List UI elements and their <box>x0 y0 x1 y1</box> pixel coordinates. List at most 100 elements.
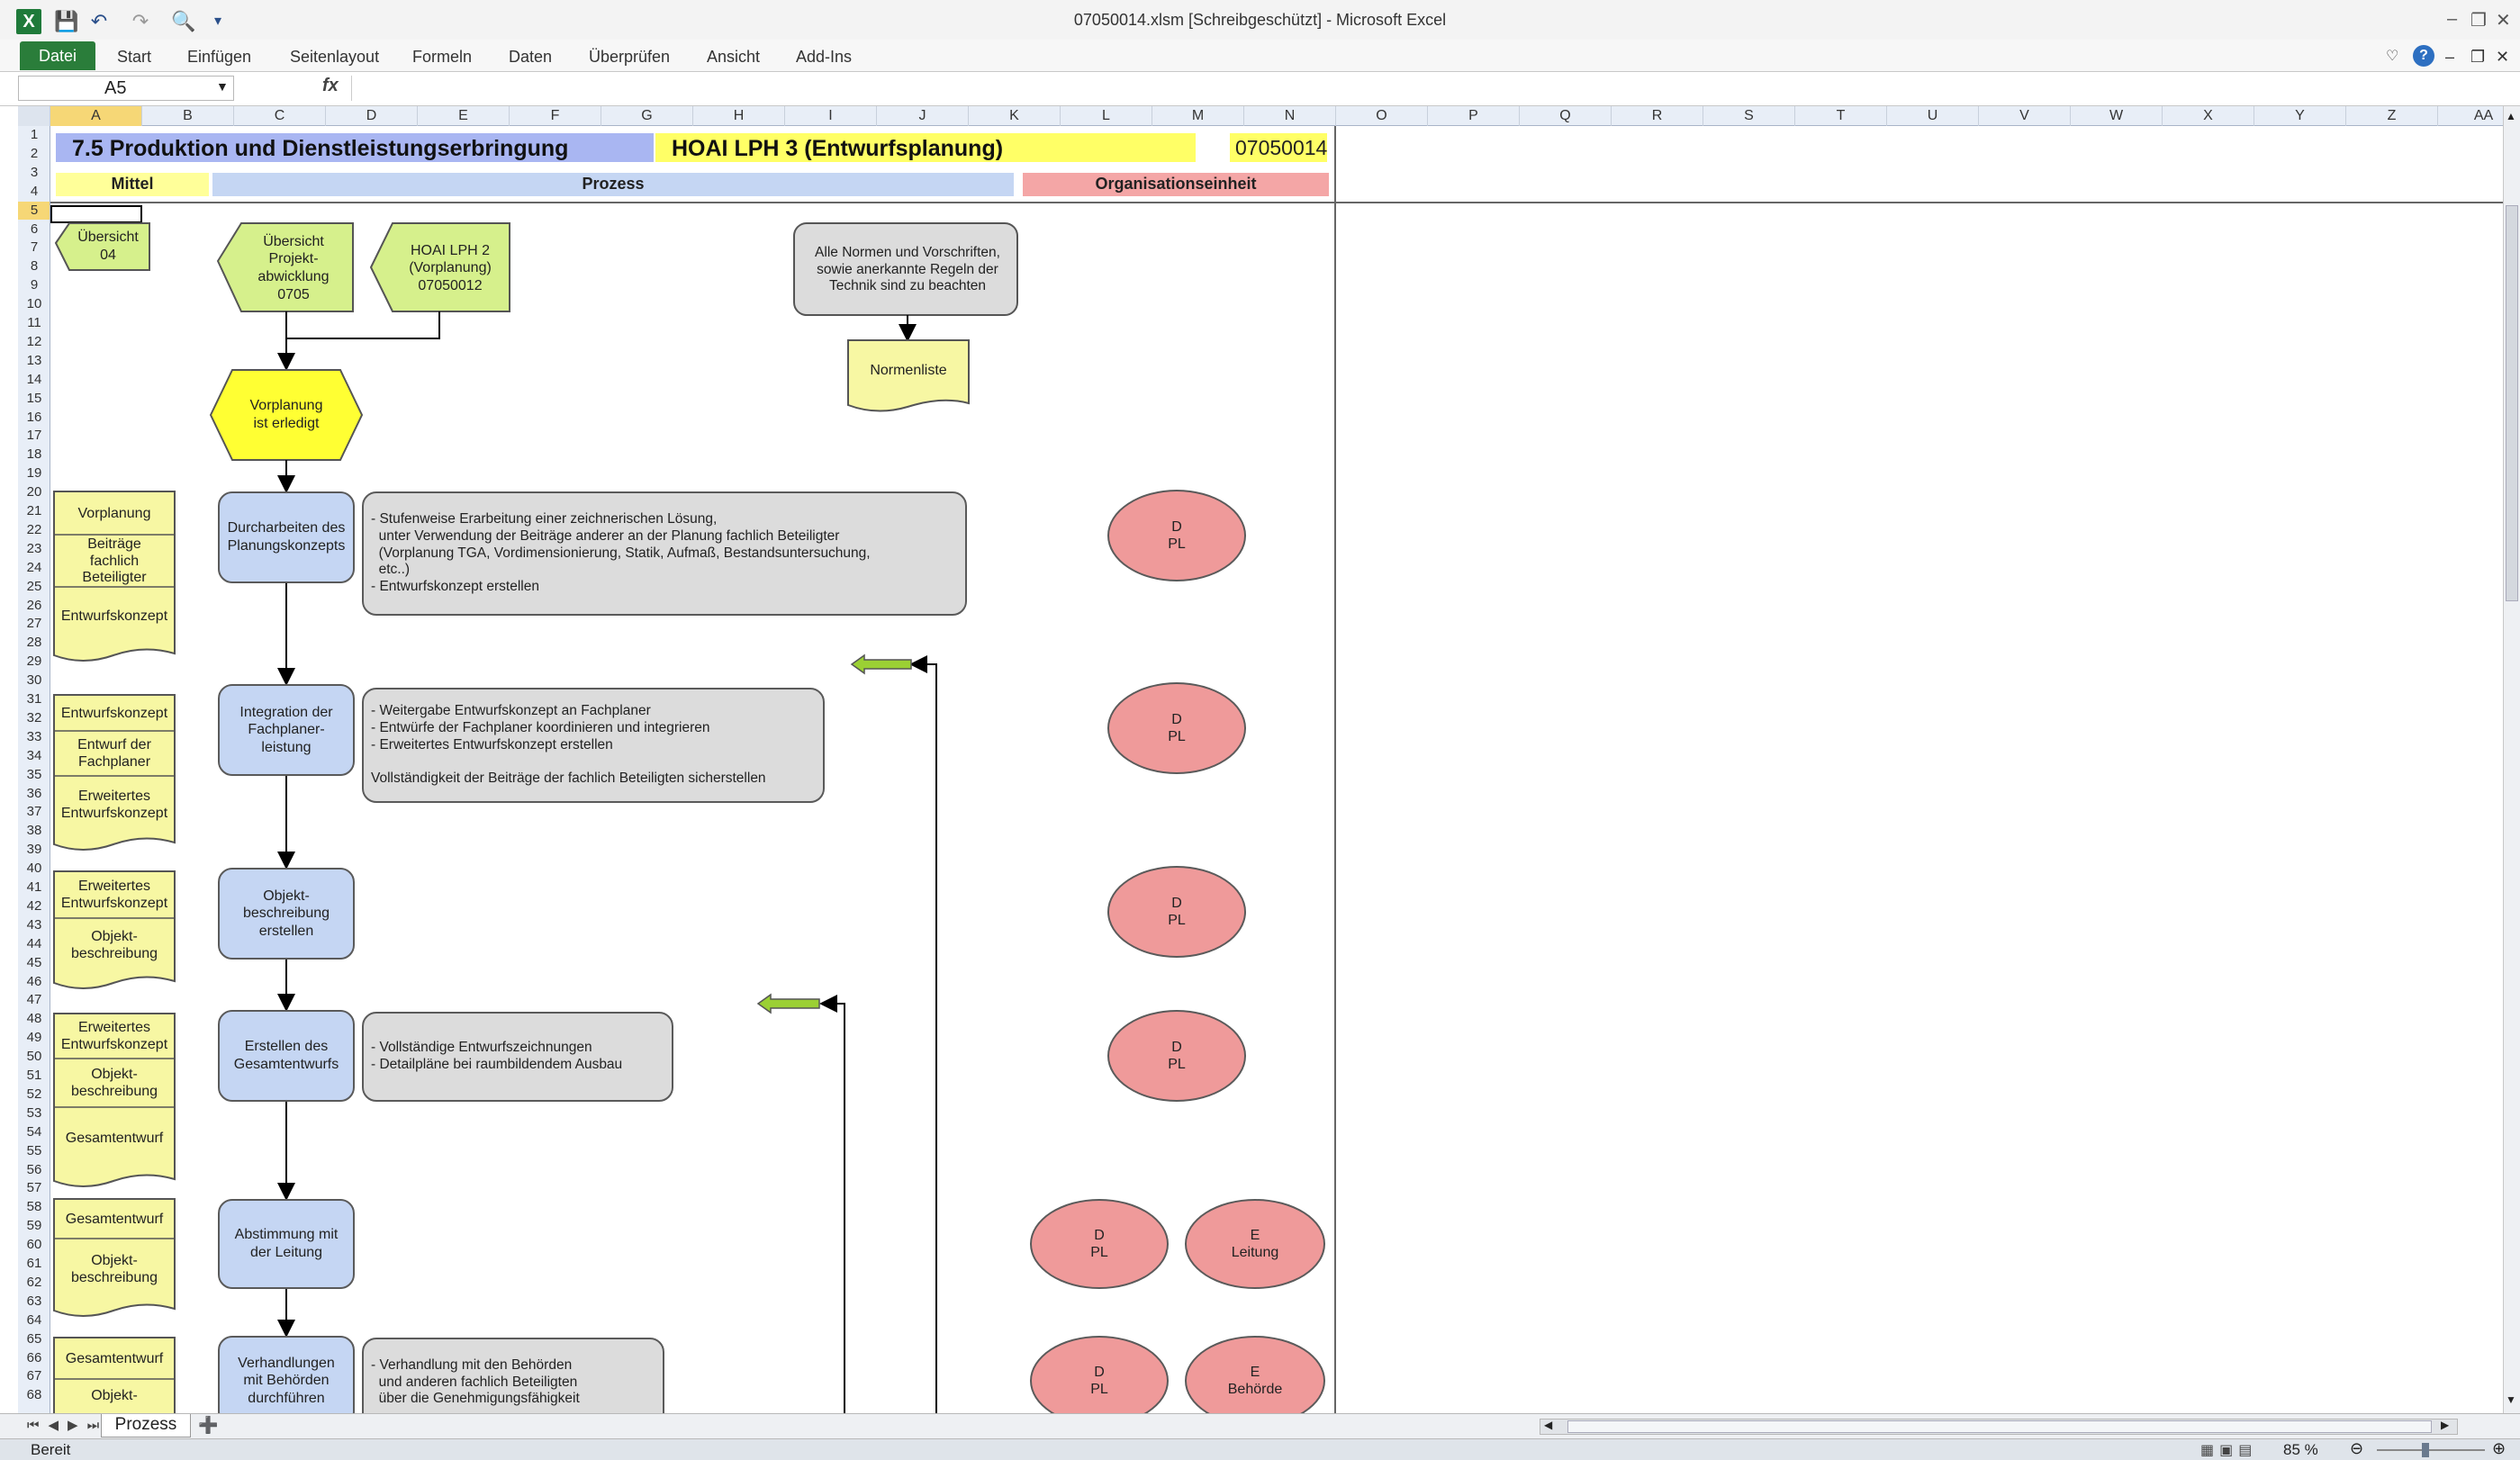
row-header[interactable]: 12 <box>18 333 50 351</box>
row-header[interactable]: 38 <box>18 822 50 840</box>
column-header-x[interactable]: X <box>2163 106 2254 126</box>
zoom-level[interactable]: 85 % <box>2283 1441 2318 1459</box>
row-header[interactable]: 9 <box>18 276 50 294</box>
row-header[interactable]: 56 <box>18 1161 50 1179</box>
row-header[interactable]: 3 <box>18 164 50 182</box>
horizontal-scroll-thumb[interactable] <box>1567 1420 2432 1433</box>
row-header[interactable]: 22 <box>18 521 50 539</box>
row-header[interactable]: 54 <box>18 1123 50 1141</box>
tab-daten[interactable]: Daten <box>509 45 552 68</box>
row-header[interactable]: 47 <box>18 991 50 1009</box>
row-header[interactable]: 53 <box>18 1104 50 1122</box>
row-header[interactable]: 28 <box>18 634 50 652</box>
row-header[interactable]: 14 <box>18 371 50 389</box>
column-header-b[interactable]: B <box>142 106 234 126</box>
horizontal-scrollbar[interactable]: ◀ ▶ <box>1540 1419 2458 1435</box>
column-header-q[interactable]: Q <box>1520 106 1612 126</box>
row-header[interactable]: 55 <box>18 1142 50 1160</box>
row-header[interactable]: 2 <box>18 145 50 163</box>
column-header-p[interactable]: P <box>1428 106 1520 126</box>
row-header[interactable]: 50 <box>18 1048 50 1066</box>
row-header[interactable]: 68 <box>18 1386 50 1404</box>
column-header-a[interactable]: A <box>50 106 142 126</box>
row-header[interactable]: 11 <box>18 314 50 332</box>
scroll-down-icon[interactable]: ▼ <box>2506 1393 2516 1406</box>
row-header[interactable]: 57 <box>18 1179 50 1197</box>
row-header[interactable]: 4 <box>18 183 50 201</box>
row-header[interactable]: 24 <box>18 559 50 577</box>
name-box-dropdown-icon[interactable]: ▼ <box>216 79 229 94</box>
vertical-scrollbar[interactable]: ▲ ▼ <box>2503 106 2520 1413</box>
row-header[interactable]: 36 <box>18 785 50 803</box>
row-header[interactable]: 51 <box>18 1067 50 1085</box>
row-header[interactable]: 52 <box>18 1086 50 1104</box>
tab-einfuegen[interactable]: Einfügen <box>187 45 251 68</box>
column-header-d[interactable]: D <box>326 106 418 126</box>
view-mode-icons[interactable]: ▦▣▤ <box>2200 1441 2257 1459</box>
row-header[interactable]: 44 <box>18 935 50 953</box>
insert-sheet-icon[interactable]: ➕ <box>198 1416 218 1435</box>
worksheet-grid[interactable]: 7.5 Produktion und Dienstleistungserbrin… <box>50 126 2503 1413</box>
column-header-v[interactable]: V <box>1979 106 2071 126</box>
row-header[interactable]: 25 <box>18 578 50 596</box>
tab-start[interactable]: Start <box>117 45 151 68</box>
zoom-slider-knob[interactable] <box>2422 1443 2429 1457</box>
row-header[interactable]: 65 <box>18 1330 50 1348</box>
row-header[interactable]: 7 <box>18 239 50 257</box>
row-header[interactable]: 46 <box>18 973 50 991</box>
row-header[interactable]: 20 <box>18 483 50 501</box>
workbook-close-icon[interactable]: ✕ <box>2496 45 2509 68</box>
help-icon[interactable]: ? <box>2413 45 2434 67</box>
column-header-c[interactable]: C <box>234 106 326 126</box>
column-header-w[interactable]: W <box>2071 106 2163 126</box>
row-header[interactable]: 16 <box>18 409 50 427</box>
zoom-out-icon[interactable]: ⊖ <box>2350 1439 2363 1458</box>
link-uebersicht-04-label[interactable]: Übersicht 04 <box>67 225 149 268</box>
scroll-up-icon[interactable]: ▲ <box>2506 110 2516 122</box>
row-header[interactable]: 6 <box>18 221 50 239</box>
row-header[interactable]: 13 <box>18 352 50 370</box>
row-header[interactable]: 40 <box>18 860 50 878</box>
row-header[interactable]: 10 <box>18 295 50 313</box>
row-header[interactable]: 18 <box>18 446 50 464</box>
column-header-k[interactable]: K <box>969 106 1061 126</box>
column-header-y[interactable]: Y <box>2254 106 2346 126</box>
column-header-g[interactable]: G <box>601 106 693 126</box>
process-verhandlungen[interactable]: Verhandlungen mit Behörden durchführen <box>218 1336 355 1413</box>
column-header-u[interactable]: U <box>1887 106 1979 126</box>
tab-ansicht[interactable]: Ansicht <box>707 45 760 68</box>
column-header-n[interactable]: N <box>1244 106 1336 126</box>
row-header[interactable]: 8 <box>18 257 50 275</box>
link-uebersicht-0705-label[interactable]: Übersicht Projekt- abwicklung 0705 <box>236 227 351 310</box>
tab-ueberpruefen[interactable]: Überprüfen <box>589 45 670 68</box>
column-header-t[interactable]: T <box>1795 106 1887 126</box>
column-header-e[interactable]: E <box>418 106 510 126</box>
row-header[interactable]: 67 <box>18 1367 50 1385</box>
process-integration[interactable]: Integration der Fachplaner- leistung <box>218 684 355 776</box>
row-header[interactable]: 37 <box>18 803 50 821</box>
column-header-l[interactable]: L <box>1061 106 1152 126</box>
row-header[interactable]: 49 <box>18 1029 50 1047</box>
row-header[interactable]: 33 <box>18 728 50 746</box>
process-gesamtentwurf[interactable]: Erstellen des Gesamtentwurfs <box>218 1010 355 1102</box>
vertical-scroll-thumb[interactable] <box>2506 205 2518 601</box>
row-header[interactable]: 63 <box>18 1293 50 1311</box>
row-header[interactable]: 29 <box>18 653 50 671</box>
restore-icon[interactable]: ❐ <box>2470 9 2487 32</box>
row-header[interactable]: 60 <box>18 1236 50 1254</box>
row-header[interactable]: 64 <box>18 1311 50 1329</box>
tab-seitenlayout[interactable]: Seitenlayout <box>290 45 379 68</box>
row-header[interactable]: 61 <box>18 1255 50 1273</box>
row-header[interactable]: 23 <box>18 540 50 558</box>
row-header[interactable]: 5 <box>18 201 50 220</box>
zoom-slider[interactable] <box>2377 1449 2485 1451</box>
name-box[interactable]: A5 <box>18 76 234 101</box>
row-header[interactable]: 17 <box>18 427 50 445</box>
row-header[interactable]: 42 <box>18 897 50 915</box>
column-header-f[interactable]: F <box>510 106 601 126</box>
row-header[interactable]: 27 <box>18 615 50 633</box>
row-header[interactable]: 19 <box>18 464 50 482</box>
minimize-icon[interactable]: – <box>2447 9 2457 30</box>
scroll-left-icon[interactable]: ◀ <box>1544 1419 1552 1431</box>
column-header-j[interactable]: J <box>877 106 969 126</box>
